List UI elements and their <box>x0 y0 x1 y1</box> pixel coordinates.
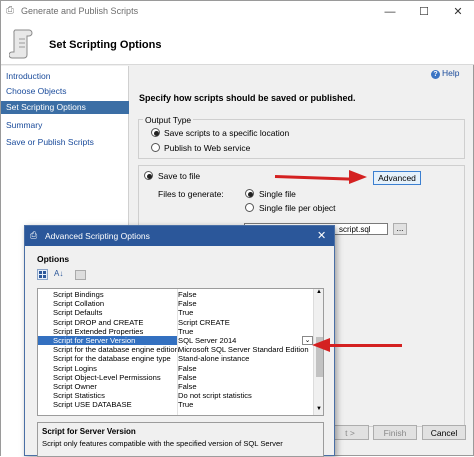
wizard-title-bar: ⎙ Generate and Publish Scripts — ☐ ✕ <box>1 1 474 23</box>
browse-button[interactable]: ... <box>393 223 407 235</box>
table-row[interactable]: Script Defaults True <box>38 308 313 317</box>
scroll-small-icon: ⎙ <box>30 230 38 240</box>
help-label: Help <box>442 68 460 78</box>
save-location-radio[interactable] <box>151 128 160 137</box>
description-title: Script for Server Version <box>42 427 136 436</box>
files-to-generate-label: Files to generate: <box>158 189 224 199</box>
save-location-label: Save scripts to a specific location <box>164 128 290 138</box>
table-row[interactable]: Script USE DATABASE True <box>38 400 313 409</box>
output-type-group <box>138 119 465 159</box>
sidebar-item-set-scripting-options[interactable]: Set Scripting Options <box>1 101 129 114</box>
table-row-selected[interactable]: Script for Server Version SQL Server 2014 <box>38 336 313 346</box>
scroll-up-icon[interactable]: ▲ <box>316 289 322 295</box>
table-row[interactable]: Script Extended Properties True <box>38 327 313 336</box>
sidebar-item-choose-objects[interactable]: Choose Objects <box>1 85 129 98</box>
scroll-icon <box>9 29 33 59</box>
options-label: Options <box>37 254 70 264</box>
help-link[interactable]: ? Help <box>431 68 459 79</box>
instruction-text: Specify how scripts should be saved or p… <box>139 93 356 103</box>
cancel-button[interactable]: Cancel <box>422 425 466 440</box>
minimize-icon[interactable]: — <box>373 1 407 23</box>
wizard-header: Set Scripting Options <box>1 23 474 65</box>
maximize-icon[interactable]: ☐ <box>407 1 441 23</box>
close-icon[interactable]: ✕ <box>441 1 474 23</box>
next-button[interactable]: t > <box>331 425 369 440</box>
help-icon: ? <box>431 70 440 79</box>
single-file-radio[interactable] <box>245 189 254 198</box>
table-row[interactable]: Script Bindings False <box>38 290 313 299</box>
table-row[interactable]: Script Owner False <box>38 382 313 391</box>
annotation-arrow-advanced <box>274 170 367 184</box>
description-panel: Script for Server Version Script only fe… <box>37 422 324 457</box>
column-divider <box>177 289 178 415</box>
publish-web-label: Publish to Web service <box>164 143 251 153</box>
property-pages-icon[interactable] <box>75 270 86 280</box>
file-name-value: script.sql <box>339 225 371 234</box>
options-grid: Script Bindings False Script Collation Fal… <box>37 288 324 416</box>
advanced-title-bar: ⎙ Advanced Scripting Options ✕ <box>25 226 334 246</box>
description-text: Script only features compatible with the… <box>42 439 283 448</box>
sidebar-item-save-or-publish[interactable]: Save or Publish Scripts <box>1 136 129 149</box>
annotation-arrow-server-version <box>312 338 404 353</box>
advanced-button[interactable]: Advanced <box>373 171 421 185</box>
table-row[interactable]: Script for the database engine edition Mi… <box>38 345 313 354</box>
sidebar-item-summary[interactable]: Summary <box>1 119 129 132</box>
table-row[interactable]: Script Statistics Do not script statistic… <box>38 391 313 400</box>
table-row[interactable]: Script Object-Level Permissions False <box>38 373 313 382</box>
advanced-title: Advanced Scripting Options <box>45 231 150 241</box>
output-type-legend: Output Type <box>143 115 194 125</box>
app-icon: ⎙ <box>6 5 14 16</box>
table-row[interactable]: Script Collation False <box>38 299 313 308</box>
table-row[interactable]: Script Logins False <box>38 364 313 373</box>
page-title: Set Scripting Options <box>49 39 162 51</box>
scroll-down-icon[interactable]: ▼ <box>316 406 322 412</box>
sidebar-item-introduction[interactable]: Introduction <box>1 70 129 83</box>
table-row[interactable]: Script for the database engine type Stand… <box>38 354 313 363</box>
dialog-close-icon[interactable]: ✕ <box>317 229 326 242</box>
advanced-options-dialog: ⎙ Advanced Scripting Options ✕ Options A… <box>24 225 335 457</box>
single-file-per-object-radio[interactable] <box>245 203 254 212</box>
sort-az-icon[interactable]: A↓ <box>54 269 63 278</box>
save-to-file-label: Save to file <box>158 171 201 181</box>
save-to-file-radio[interactable] <box>144 171 153 180</box>
table-row[interactable]: Script DROP and CREATE Script CREATE <box>38 318 313 327</box>
single-file-per-object-label: Single file per object <box>259 203 336 213</box>
single-file-label: Single file <box>259 189 296 199</box>
publish-web-radio[interactable] <box>151 143 160 152</box>
window-title: Generate and Publish Scripts <box>21 6 139 16</box>
finish-button[interactable]: Finish <box>373 425 417 440</box>
categorized-icon[interactable] <box>37 269 48 280</box>
